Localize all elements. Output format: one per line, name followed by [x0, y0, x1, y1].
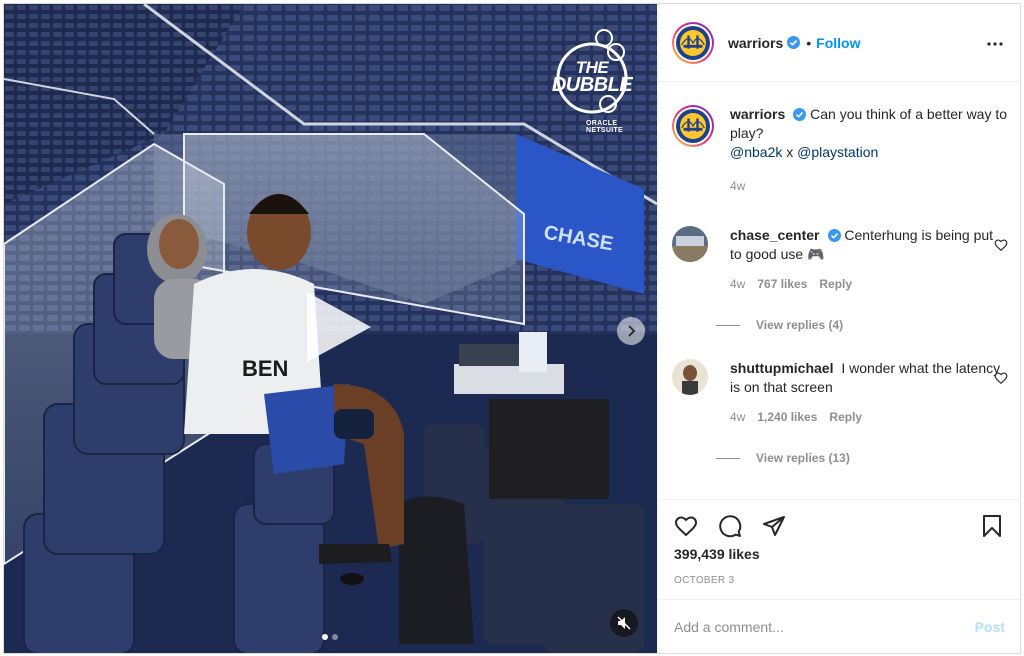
caption-age[interactable]: 4w: [730, 179, 745, 193]
comment-username[interactable]: chase_center: [730, 227, 820, 243]
logo-line-2: DUBBLE: [551, 74, 633, 96]
heart-icon[interactable]: [674, 514, 698, 538]
logo-sponsor: ORACLE NETSUITE: [586, 120, 624, 134]
more-options-icon[interactable]: [985, 34, 1005, 54]
view-replies-button[interactable]: View replies (4): [716, 318, 843, 332]
comment-age[interactable]: 4w: [730, 410, 745, 424]
mute-toggle-button[interactable]: [610, 609, 638, 637]
author-username[interactable]: warriors: [728, 35, 783, 51]
comment-item: shuttupmichael I wonder what the latency…: [672, 359, 1008, 424]
post-media[interactable]: CHASE BEN THE DUBBLE ORACLE NETSUITE: [4, 4, 657, 653]
carousel-dot: [322, 634, 328, 640]
caption-mention-nba2k[interactable]: @nba2k: [730, 144, 782, 160]
header-separator: •: [806, 34, 812, 51]
muted-icon: [617, 616, 631, 630]
caption-username[interactable]: warriors: [730, 106, 785, 122]
play-icon: [307, 292, 371, 362]
replies-divider: [716, 324, 740, 326]
comment-item: chase_center Centerhung is being put to …: [672, 226, 1008, 291]
view-replies-label[interactable]: View replies (13): [756, 451, 850, 465]
instagram-post-modal: CHASE BEN THE DUBBLE ORACLE NETSUITE war…: [3, 3, 1021, 654]
carousel-indicator: [322, 634, 338, 640]
bookmark-icon[interactable]: [980, 514, 1004, 538]
comment-username[interactable]: shuttupmichael: [730, 360, 833, 376]
comments-section[interactable]: warriors Can you think of a better way t…: [658, 83, 1021, 499]
play-button[interactable]: [301, 292, 371, 362]
shuttupmichael-avatar-image: [672, 359, 708, 395]
caption-author-avatar[interactable]: [672, 105, 714, 147]
jersey-text: BEN: [242, 356, 288, 381]
caption-mention-playstation[interactable]: @playstation: [797, 144, 878, 160]
comment-likes[interactable]: 767 likes: [757, 277, 807, 291]
post-like-count[interactable]: 399,439 likes: [674, 546, 760, 562]
warriors-bridge-logo-icon: [681, 118, 705, 132]
author-avatar[interactable]: [672, 21, 714, 64]
post-caption: warriors Can you think of a better way t…: [672, 105, 1008, 193]
carousel-dot: [332, 634, 338, 640]
follow-button[interactable]: Follow: [816, 35, 860, 51]
verified-badge-icon: [827, 229, 841, 242]
verified-badge-icon: [793, 108, 807, 121]
post-actions: 399,439 likes OCTOBER 3: [658, 499, 1021, 599]
comment-like-heart-icon[interactable]: [994, 238, 1008, 252]
comment-age[interactable]: 4w: [730, 277, 745, 291]
replies-divider: [716, 457, 740, 459]
comment-icon[interactable]: [718, 514, 742, 538]
view-replies-label[interactable]: View replies (4): [756, 318, 843, 332]
post-header: warriors • Follow: [658, 4, 1021, 82]
post-date[interactable]: OCTOBER 3: [674, 575, 734, 586]
post-side-panel: warriors • Follow warriors Can you think…: [657, 4, 1021, 653]
caption-mention-joiner: x: [786, 144, 794, 160]
comment-like-heart-icon[interactable]: [994, 371, 1008, 385]
chase-center-avatar-image: [672, 226, 708, 262]
next-media-button[interactable]: [617, 317, 645, 345]
share-icon[interactable]: [762, 514, 786, 538]
next-arrow-icon: [628, 325, 636, 337]
commenter-avatar[interactable]: [672, 359, 708, 395]
the-dubble-logo: THE DUBBLE ORACLE NETSUITE: [540, 26, 644, 142]
comment-composer: Post: [658, 599, 1021, 653]
commenter-avatar[interactable]: [672, 226, 708, 262]
post-comment-button[interactable]: Post: [975, 619, 1005, 635]
comment-reply-button[interactable]: Reply: [829, 410, 862, 424]
verified-badge-icon: [787, 36, 801, 49]
view-replies-button[interactable]: View replies (13): [716, 451, 850, 465]
add-comment-input[interactable]: [674, 618, 954, 635]
comment-reply-button[interactable]: Reply: [819, 277, 852, 291]
comment-likes[interactable]: 1,240 likes: [757, 410, 817, 424]
warriors-bridge-logo-icon: [681, 34, 705, 49]
